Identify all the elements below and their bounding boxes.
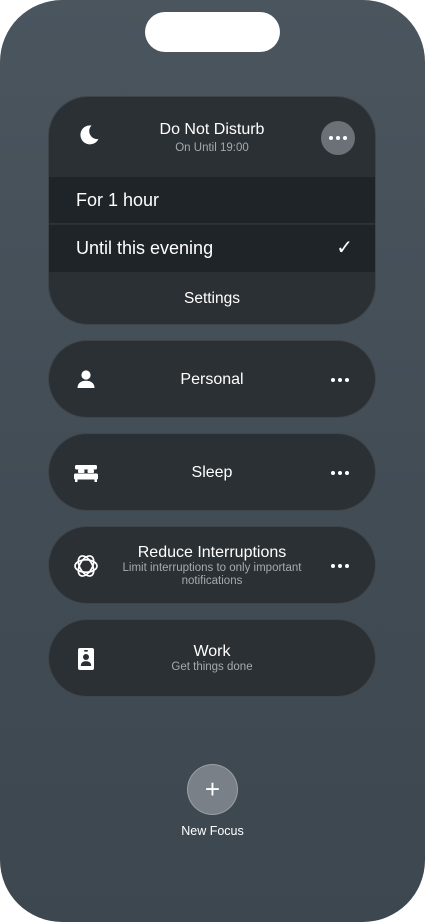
more-options-button[interactable] bbox=[331, 471, 349, 475]
new-focus-label: New Focus bbox=[181, 824, 244, 838]
focus-control-screen: Do Not Disturb On Until 19:00 For 1 hour… bbox=[0, 0, 425, 922]
focus-text: Sleep bbox=[119, 434, 305, 510]
checkmark-icon: ✓ bbox=[336, 237, 353, 259]
moon-icon bbox=[80, 125, 99, 145]
more-options-button[interactable] bbox=[331, 378, 349, 382]
focus-title: Work bbox=[193, 643, 231, 660]
option-until-this-evening[interactable]: Until this evening ✓ bbox=[49, 225, 375, 272]
focus-title: Reduce Interruptions bbox=[137, 543, 287, 561]
do-not-disturb-header-text: Do Not Disturb On Until 19:00 bbox=[129, 121, 295, 155]
focus-reduce-interruptions[interactable]: Reduce Interruptions Limit interruptions… bbox=[48, 526, 376, 604]
option-for-1-hour[interactable]: For 1 hour bbox=[49, 177, 375, 224]
ellipsis-icon bbox=[329, 136, 347, 140]
bed-icon bbox=[74, 465, 98, 482]
intelligence-icon bbox=[74, 555, 98, 577]
focus-title: Personal bbox=[180, 370, 244, 388]
do-not-disturb-subtitle: On Until 19:00 bbox=[175, 142, 249, 154]
focus-title: Sleep bbox=[191, 463, 233, 481]
focus-sleep[interactable]: Sleep bbox=[48, 433, 376, 511]
focus-text: Reduce Interruptions Limit interruptions… bbox=[119, 527, 305, 603]
focus-text: Personal bbox=[119, 341, 305, 417]
option-label: For 1 hour bbox=[76, 190, 160, 210]
new-focus-button[interactable]: + bbox=[187, 764, 238, 815]
option-label: Until this evening bbox=[76, 238, 214, 258]
dynamic-island bbox=[145, 12, 280, 52]
focus-work[interactable]: Work Get things done bbox=[48, 619, 376, 697]
do-not-disturb-card: Do Not Disturb On Until 19:00 For 1 hour… bbox=[48, 96, 376, 325]
focus-personal[interactable]: Personal bbox=[48, 340, 376, 418]
do-not-disturb-more-button[interactable] bbox=[321, 121, 355, 155]
focus-subtitle: Get things done bbox=[171, 661, 253, 673]
person-icon bbox=[77, 370, 95, 388]
settings-button[interactable]: Settings bbox=[49, 272, 375, 324]
focus-subtitle: Limit interruptions to only important no… bbox=[122, 561, 302, 587]
plus-icon: + bbox=[204, 774, 221, 804]
focus-text: Work Get things done bbox=[119, 620, 305, 696]
more-options-button[interactable] bbox=[331, 564, 349, 568]
id-badge-icon bbox=[78, 648, 94, 670]
do-not-disturb-title: Do Not Disturb bbox=[159, 121, 265, 138]
